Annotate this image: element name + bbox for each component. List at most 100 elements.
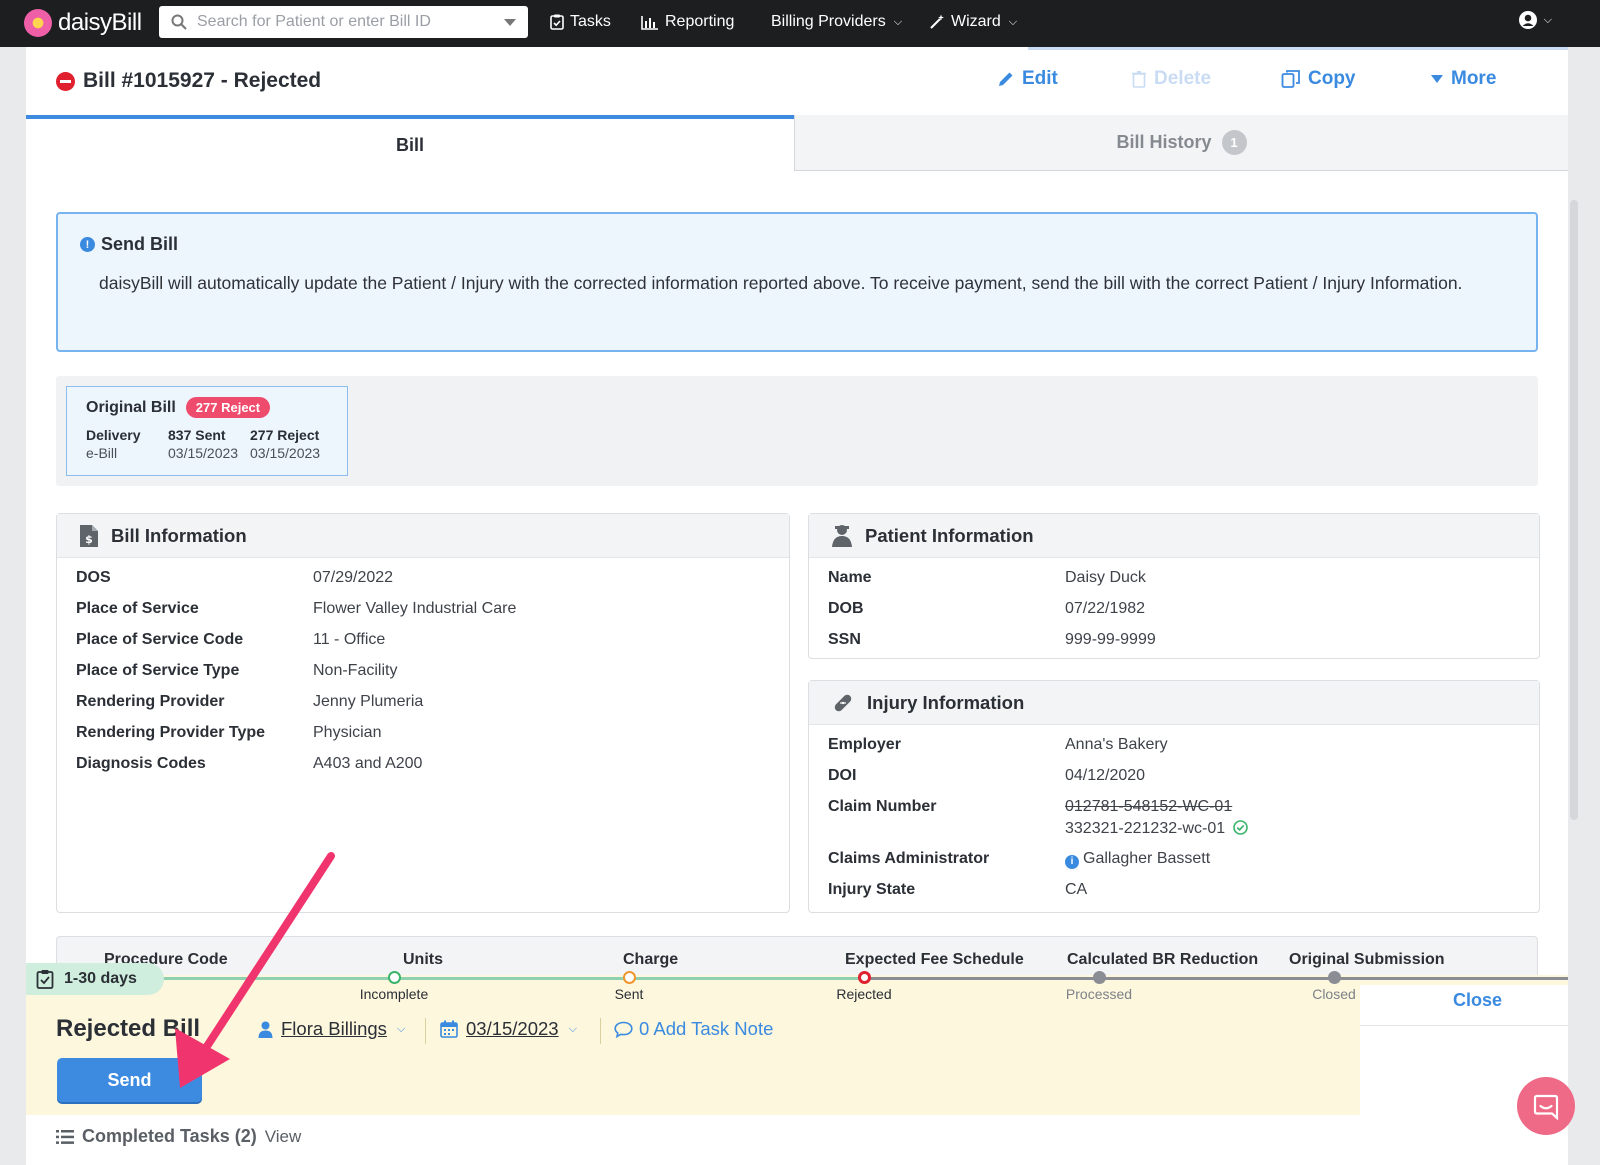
step-label: Incomplete — [359, 986, 429, 1002]
rejected-status-icon — [56, 71, 75, 91]
reject-badge: 277 Reject — [185, 397, 271, 418]
chat-launcher-button[interactable] — [1517, 1077, 1575, 1135]
bill-info-label: Rendering Provider Type — [76, 724, 266, 741]
original-bill-header: Original Bill 277 Reject — [86, 397, 328, 418]
bill-information-card: $ Bill Information DOS 07/29/2022 Place o… — [56, 513, 790, 913]
calendar-icon — [440, 1020, 458, 1038]
bill-information-header: $ Bill Information — [57, 514, 789, 558]
patient-info-value: Daisy Duck — [1065, 569, 1146, 586]
aging-days: 1-30 days — [64, 970, 137, 987]
original-bill-card[interactable]: Original Bill 277 Reject Delivery 837 Se… — [66, 386, 348, 476]
edit-button[interactable]: Edit — [997, 68, 1058, 90]
chevron-down-icon: ⌵ — [568, 1022, 577, 1035]
reject-label: 277 Reject — [250, 427, 320, 443]
user-menu[interactable]: ⌵ — [1518, 10, 1552, 30]
info-icon: ! — [80, 237, 95, 252]
bill-tabs: Bill Bill History 1 — [26, 115, 1568, 171]
completed-tasks[interactable]: Completed Tasks (2) View — [56, 1126, 301, 1147]
page-title: Bill #1015927 - Rejected — [83, 69, 322, 92]
info-icon: i — [1065, 854, 1079, 869]
bill-info-label: Place of Service Type — [76, 662, 240, 679]
chevron-down-icon: ⌵ — [1543, 13, 1552, 26]
claim-number-new-wrap: 332321-221232-wc-01 — [1065, 820, 1248, 838]
step-rejected-dot — [858, 971, 871, 984]
delivery-value: e-Bill — [86, 445, 118, 461]
caret-down-icon — [1431, 75, 1443, 83]
doi-value: 04/12/2020 — [1065, 767, 1146, 784]
bar-chart-icon — [641, 15, 658, 30]
nav-billing-providers[interactable]: Billing Providers ⌵ — [771, 0, 902, 44]
injury-state-label: Injury State — [828, 881, 916, 898]
delete-label: Delete — [1154, 68, 1212, 89]
daisybill-logo[interactable]: daisyBill — [24, 7, 142, 39]
reject-date: 03/15/2023 — [250, 445, 321, 461]
original-bill-details: Delivery 837 Sent 277 Reject e-Bill 03/1… — [86, 426, 328, 462]
copy-button[interactable]: Copy — [1281, 68, 1356, 90]
trash-icon — [1132, 71, 1146, 88]
svg-text:$: $ — [85, 533, 93, 546]
nav-billing-providers-label: Billing Providers — [771, 13, 886, 30]
bill-info-value: Physician — [313, 724, 382, 741]
injury-information-title: Injury Information — [867, 691, 1025, 713]
chevron-down-icon: ⌵ — [1008, 15, 1018, 28]
nav-tasks-label: Tasks — [570, 13, 611, 30]
original-bill-title: Original Bill — [86, 398, 176, 416]
bill-info-label: Place of Service — [76, 600, 199, 617]
nav-reporting[interactable]: Reporting — [641, 0, 734, 44]
alert-title: Send Bill — [101, 234, 179, 254]
copy-label: Copy — [1308, 68, 1356, 89]
delivery-label: Delivery — [86, 427, 141, 443]
due-date-select[interactable]: 03/15/2023 ⌵ — [440, 1018, 577, 1040]
close-button[interactable]: Close — [1453, 990, 1502, 1011]
bill-info-value: Jenny Plumeria — [313, 693, 424, 710]
history-count-badge: 1 — [1221, 130, 1247, 155]
delete-button[interactable]: Delete — [1131, 68, 1211, 90]
divider — [425, 1018, 426, 1044]
more-button[interactable]: More — [1430, 68, 1496, 90]
step-label: Closed — [1312, 986, 1356, 1002]
due-date: 03/15/2023 — [466, 1018, 559, 1039]
step-closed-dot — [1328, 971, 1341, 984]
bill-info-label: Place of Service Code — [76, 631, 244, 648]
employer-label: Employer — [828, 736, 901, 753]
doi-label: DOI — [828, 767, 857, 784]
add-task-note-link[interactable]: 0 Add Task Note — [614, 1018, 773, 1040]
employer-value: Anna's Bakery — [1065, 736, 1168, 753]
daisy-flower-icon — [24, 9, 52, 37]
user-avatar-icon — [1518, 11, 1537, 29]
injury-information-card: Injury Information Employer Anna's Bakery… — [808, 680, 1540, 913]
list-icon — [56, 1129, 74, 1144]
sent-date: 03/15/2023 — [168, 445, 239, 461]
nav-wizard[interactable]: Wizard ⌵ — [929, 0, 1017, 44]
comment-icon — [614, 1021, 633, 1038]
nav-tasks[interactable]: Tasks — [550, 0, 611, 44]
step-label: Rejected — [836, 986, 892, 1002]
tab-bill-label: Bill — [395, 134, 424, 155]
search-dropdown-icon[interactable] — [504, 18, 516, 26]
top-nav: daisyBill Tasks Reporting Billing Provid… — [0, 0, 1600, 47]
alert-text: daisyBill will automatically update the … — [99, 273, 1463, 293]
claims-admin-label: Claims Administrator — [828, 850, 990, 867]
scrollbar-thumb[interactable] — [1570, 200, 1578, 820]
aging-badge: 1-30 days — [26, 963, 164, 995]
user-icon — [258, 1021, 273, 1038]
patient-icon — [832, 524, 852, 547]
assignee-select[interactable]: Flora Billings ⌵ — [258, 1018, 405, 1040]
tab-bill[interactable]: Bill — [26, 115, 794, 171]
claims-admin-name: Gallagher Bassett — [1083, 850, 1211, 867]
tab-history-label: Bill History — [1116, 132, 1212, 152]
view-link[interactable]: View — [265, 1127, 302, 1147]
patient-info-label: DOB — [828, 600, 864, 617]
tab-bill-history[interactable]: Bill History 1 — [794, 115, 1568, 171]
claim-number-label: Claim Number — [828, 798, 937, 815]
patient-info-value: 07/22/1982 — [1065, 600, 1146, 617]
search-input[interactable] — [197, 13, 504, 31]
nav-wizard-label: Wizard — [951, 13, 1001, 30]
patient-info-label: SSN — [828, 631, 861, 648]
claims-admin-link[interactable]: i Gallagher Bassett — [1065, 850, 1210, 869]
bill-info-label: Diagnosis Codes — [76, 755, 206, 772]
search-box[interactable] — [159, 6, 528, 38]
patient-information-title: Patient Information — [865, 524, 1034, 546]
bill-info-value: Non-Facility — [313, 662, 398, 679]
send-button[interactable]: Send — [57, 1058, 202, 1102]
